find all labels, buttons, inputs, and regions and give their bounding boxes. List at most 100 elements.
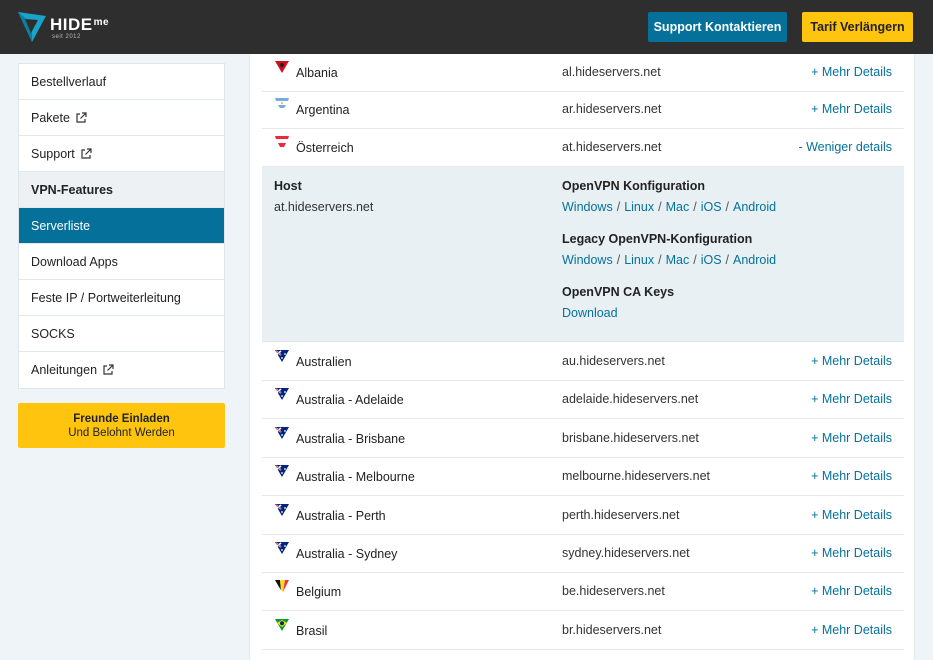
- sidebar-item-download-apps[interactable]: Download Apps: [19, 244, 224, 280]
- external-link-icon: [103, 364, 114, 375]
- openvpn-config-title: OpenVPN Konfiguration: [562, 179, 706, 193]
- table-row: Albania al.hideservers.net + Mehr Details: [262, 54, 904, 92]
- server-host: perth.hideservers.net: [562, 507, 680, 522]
- table-row: Brasil br.hideservers.net + Mehr Details: [262, 612, 904, 650]
- legacy-openvpn-linux-link[interactable]: Linux: [624, 253, 654, 267]
- server-host: ar.hideservers.net: [562, 102, 662, 116]
- table-row: Argentina ar.hideservers.net + Mehr Detail…: [262, 91, 904, 129]
- sidebar-item-label: Pakete: [31, 110, 70, 125]
- sidebar-item-label: VPN-Features: [31, 182, 113, 197]
- australia-flag-icon: [274, 349, 290, 363]
- less-details-link[interactable]: - Weniger details: [798, 140, 892, 154]
- server-host: au.hideservers.net: [562, 354, 665, 368]
- server-country: Argentina: [296, 103, 350, 117]
- server-host: adelaide.hideservers.net: [562, 392, 699, 407]
- more-details-link[interactable]: + Mehr Details: [811, 508, 892, 522]
- table-row: Australien au.hideservers.net + Mehr Detai…: [262, 343, 904, 381]
- server-country: Australia - Adelaide: [296, 393, 404, 408]
- server-host: be.hideservers.net: [562, 584, 665, 599]
- support-contact-button[interactable]: Support Kontaktieren: [648, 12, 787, 42]
- server-host: sydney.hideservers.net: [562, 546, 690, 560]
- server-country: Australia - Sydney: [296, 547, 398, 561]
- more-details-link[interactable]: + Mehr Details: [811, 354, 892, 368]
- sidebar-section-vpn-features: VPN-Features: [19, 172, 224, 208]
- server-country: Österreich: [296, 141, 354, 155]
- more-details-link[interactable]: + Mehr Details: [811, 584, 892, 598]
- sidebar-item-pakete[interactable]: Pakete: [19, 100, 224, 136]
- sidebar-item-socks[interactable]: SOCKS: [19, 316, 224, 352]
- more-details-link[interactable]: + Mehr Details: [811, 102, 892, 116]
- table-row: Australia - Melbourne melbourne.hideserve…: [262, 458, 904, 497]
- openvpn-windows-link[interactable]: Windows: [562, 200, 613, 214]
- server-country: Belgium: [296, 585, 342, 600]
- server-host: brisbane.hideservers.net: [562, 430, 699, 445]
- link-separator: /: [658, 253, 662, 267]
- legacy-config-title: Legacy OpenVPN-Konfiguration: [562, 232, 753, 246]
- logo-since: seit 2012: [52, 34, 81, 40]
- legacy-openvpn-mac-link[interactable]: Mac: [666, 253, 690, 267]
- openvpn-config-links: Windows / Linux / Mac / iOS / Android: [562, 200, 776, 232]
- external-link-icon: [81, 147, 92, 159]
- server-country: Albania: [296, 66, 338, 80]
- table-row: Australia - Perth perth.hideservers.net + …: [262, 497, 904, 535]
- legacy-openvpn-windows-link[interactable]: Windows: [562, 253, 613, 267]
- more-details-link[interactable]: + Mehr Details: [811, 431, 892, 445]
- sidebar-item-support[interactable]: Support: [19, 136, 224, 172]
- sidebar-item-label: Support: [31, 146, 75, 161]
- detail-config-column: OpenVPN Konfiguration Windows / Linux / Mac /…: [562, 179, 776, 338]
- ca-keys-links: Download: [562, 306, 776, 338]
- openvpn-linux-link[interactable]: Linux: [624, 200, 654, 214]
- openvpn-android-link[interactable]: Android: [733, 200, 776, 214]
- invite-line-2: Und Belohnt Werden: [68, 426, 175, 439]
- brazil-flag-icon: [274, 618, 290, 632]
- table-row: Österreich at.hideservers.net - Weniger de…: [262, 129, 904, 167]
- sidebar-nav: Bestellverlauf Pakete Support VPN-Features S…: [18, 63, 225, 389]
- sidebar-item-serverliste[interactable]: Serverliste: [19, 208, 224, 244]
- sidebar-item-label: Download Apps: [31, 254, 118, 269]
- server-country: Australien: [296, 355, 352, 369]
- server-country: Australia - Melbourne: [296, 470, 415, 485]
- sidebar-item-label: Anleitungen: [31, 363, 98, 377]
- openvpn-mac-link[interactable]: Mac: [666, 200, 690, 214]
- invite-friends-button[interactable]: Freunde Einladen Und Belohnt Werden: [18, 403, 225, 448]
- hideme-logo[interactable]: HIDEme seit 2012: [16, 10, 126, 44]
- sidebar-item-feste-ip-portweiterleitung[interactable]: Feste IP / Portweiterleitung: [19, 280, 224, 316]
- more-details-link[interactable]: + Mehr Details: [811, 546, 892, 560]
- table-row: Australia - Brisbane brisbane.hideservers…: [262, 420, 904, 458]
- ca-keys-download-link[interactable]: Download: [562, 306, 618, 320]
- openvpn-ios-link[interactable]: iOS: [701, 200, 722, 214]
- australia-flag-icon: [274, 464, 290, 478]
- legacy-openvpn-ios-link[interactable]: iOS: [701, 253, 722, 267]
- more-details-link[interactable]: + Mehr Details: [811, 623, 892, 637]
- server-detail-panel: Host at.hideservers.net OpenVPN Konfigur…: [262, 167, 904, 342]
- logo-wordmark: HIDEme: [50, 15, 110, 34]
- server-list: Host at.hideservers.net OpenVPN Konfigur…: [249, 54, 915, 660]
- sidebar-item-label: Bestellverlauf: [31, 74, 107, 89]
- legacy-config-links: Windows / Linux / Mac / iOS / Android: [562, 253, 776, 285]
- link-separator: /: [725, 200, 730, 214]
- table-row: Australia - Adelaide adelaide.hideservers…: [262, 381, 904, 420]
- legacy-openvpn-android-link[interactable]: Android: [733, 253, 776, 267]
- server-host: melbourne.hideservers.net: [562, 469, 710, 484]
- more-details-link[interactable]: + Mehr Details: [811, 392, 892, 406]
- detail-host-value: at.hideservers.net: [274, 200, 374, 214]
- ca-keys-title: OpenVPN CA Keys: [562, 285, 675, 299]
- link-separator: /: [658, 200, 662, 214]
- sidebar-item-anleitungen[interactable]: Anleitungen: [19, 352, 224, 388]
- hideme-logo-icon: [18, 12, 46, 42]
- sidebar-item-bestellverlauf[interactable]: Bestellverlauf: [19, 64, 224, 100]
- server-country: Brasil: [296, 623, 328, 638]
- table-row: Belgium be.hideservers.net + Mehr Details: [262, 573, 904, 612]
- argentina-flag-icon: [274, 97, 290, 111]
- link-separator: /: [616, 253, 621, 267]
- more-details-link[interactable]: + Mehr Details: [811, 65, 892, 79]
- link-separator: /: [725, 253, 730, 267]
- sidebar-item-label: SOCKS: [31, 326, 75, 341]
- invite-line-1: Freunde Einladen: [73, 412, 170, 425]
- belgium-flag-icon: [274, 579, 290, 593]
- renew-plan-button[interactable]: Tarif Verlängern: [802, 12, 913, 42]
- server-host: al.hideservers.net: [562, 65, 661, 79]
- australia-flag-icon: [274, 541, 290, 555]
- server-country: Australia - Brisbane: [296, 431, 406, 446]
- more-details-link[interactable]: + Mehr Details: [811, 469, 892, 483]
